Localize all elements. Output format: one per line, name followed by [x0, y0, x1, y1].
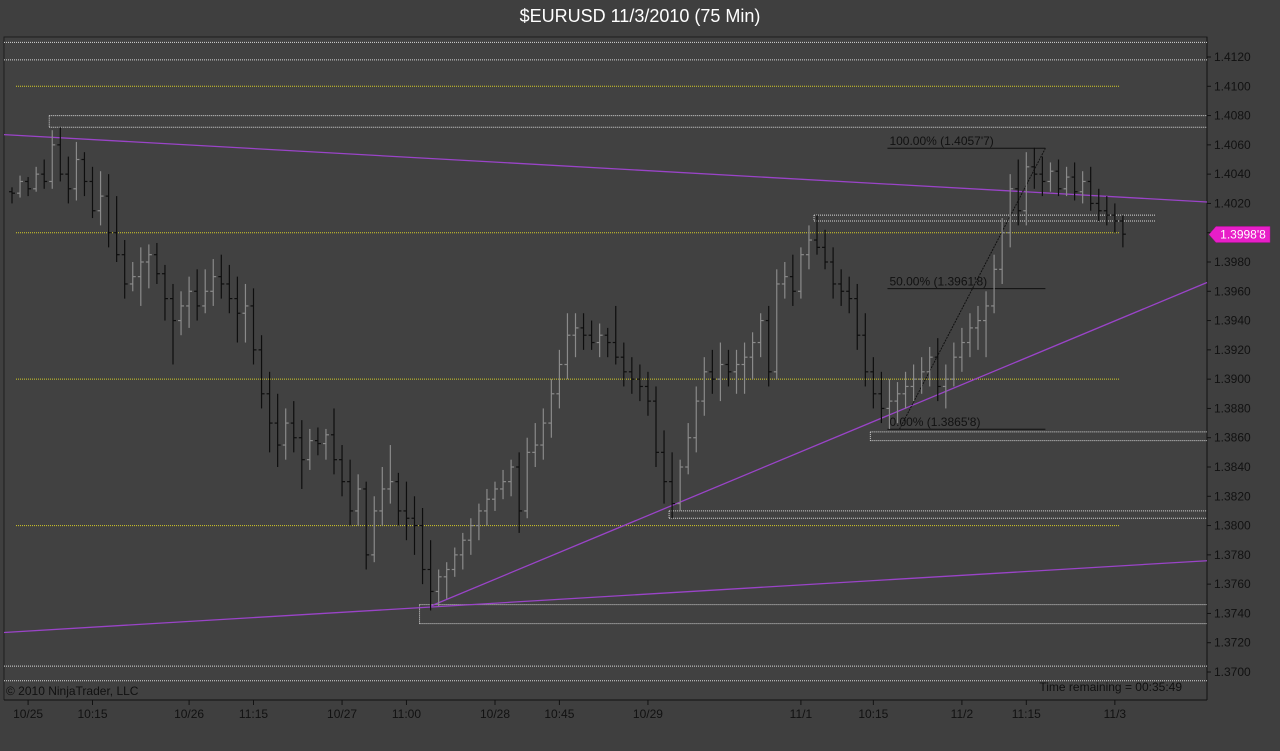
x-tick-label: 10/26 [174, 707, 204, 721]
copyright-text: © 2010 NinjaTrader, LLC [6, 684, 139, 698]
y-tick-label: 1.3720 [1214, 636, 1251, 650]
x-tick-label: 10/28 [480, 707, 510, 721]
x-tick-label: 10/25 [13, 707, 43, 721]
y-tick-label: 1.3880 [1214, 401, 1251, 415]
fib-level-label-1: 50.00% (1.3961'8) [889, 275, 987, 289]
x-tick-label: 10:45 [544, 707, 574, 721]
x-tick-label: 11/1 [790, 707, 813, 721]
plot-area[interactable] [3, 36, 1208, 701]
y-tick-label: 1.4100 [1214, 79, 1251, 93]
y-tick-label: 1.3740 [1214, 606, 1251, 620]
x-tick-label: 11/3 [1104, 707, 1127, 721]
y-tick-label: 1.3840 [1214, 460, 1251, 474]
y-tick-label: 1.3820 [1214, 489, 1251, 503]
y-tick-label: 1.3780 [1214, 548, 1251, 562]
y-tick-label: 1.3860 [1214, 431, 1251, 445]
y-tick-label: 1.3900 [1214, 372, 1251, 386]
y-tick-label: 1.3760 [1214, 577, 1251, 591]
y-tick-label: 1.3980 [1214, 255, 1251, 269]
x-tick-label: 11/2 [951, 707, 974, 721]
x-tick-label: 11:15 [239, 707, 268, 721]
x-tick-label: 10/29 [633, 707, 663, 721]
last-price-label: 1.3998'8 [1220, 227, 1266, 241]
y-axis-panel[interactable] [1207, 37, 1279, 700]
y-tick-label: 1.3700 [1214, 665, 1251, 679]
time-remaining-text: Time remaining = 00:35:49 [1039, 680, 1182, 694]
y-tick-label: 1.4040 [1214, 167, 1251, 181]
y-tick-label: 1.3960 [1214, 284, 1251, 298]
x-tick-label: 11:15 [1012, 707, 1041, 721]
y-tick-label: 1.3920 [1214, 343, 1251, 357]
y-tick-label: 1.3800 [1214, 519, 1251, 533]
x-tick-label: 10/27 [327, 707, 357, 721]
fib-level-label-0: 100.00% (1.4057'7) [889, 134, 993, 148]
y-tick-label: 1.4020 [1214, 196, 1251, 210]
x-tick-label: 10:15 [77, 707, 107, 721]
y-tick-label: 1.3940 [1214, 314, 1251, 328]
price-chart[interactable]: 100.00% (1.4057'7)50.00% (1.3961'8)0.00%… [0, 0, 1280, 751]
y-tick-label: 1.4060 [1214, 138, 1251, 152]
x-tick-label: 10:15 [858, 707, 888, 721]
y-tick-label: 1.4080 [1214, 109, 1251, 123]
y-tick-label: 1.4120 [1214, 50, 1251, 64]
x-tick-label: 11:00 [392, 707, 421, 721]
last-price-marker: 1.3998'8 [1208, 226, 1271, 243]
